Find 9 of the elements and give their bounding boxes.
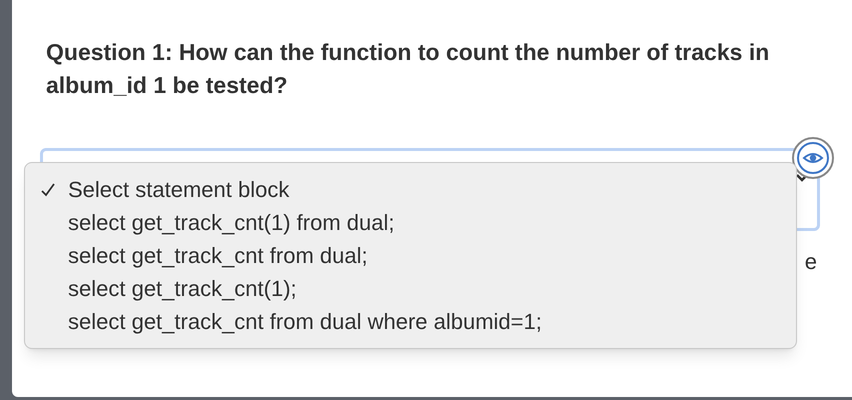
- menu-option[interactable]: select get_track_cnt from dual where albumid=1;: [68, 305, 542, 338]
- question-title: Question 1: How can the function to count the number of tracks in album_id 1 be tested?: [46, 38, 770, 100]
- menu-option[interactable]: select get_track_cnt(1);: [68, 272, 297, 305]
- answer-text: e: [804, 249, 817, 274]
- menu-option[interactable]: Select statement block: [68, 173, 290, 206]
- eye-icon: [796, 141, 830, 175]
- menu-option[interactable]: select get_track_cnt(1) from dual;: [68, 206, 394, 239]
- eye-button[interactable]: [792, 137, 834, 179]
- menu-option[interactable]: select get_track_cnt from dual;: [68, 239, 368, 272]
